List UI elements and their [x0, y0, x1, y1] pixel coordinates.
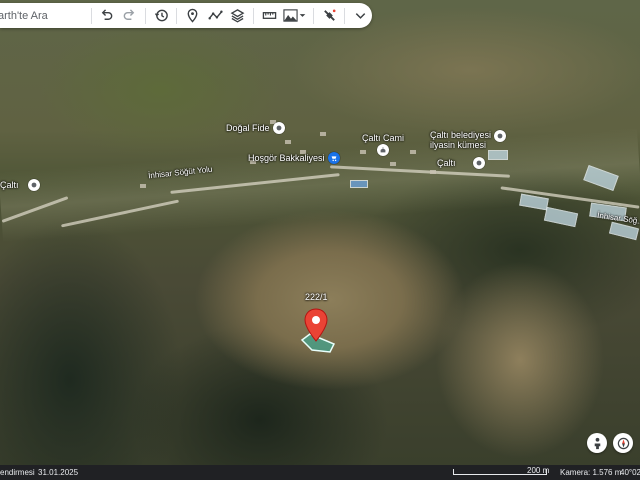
toolbar-divider	[253, 7, 255, 24]
history-button[interactable]	[150, 4, 173, 28]
place-label: Çaltı	[0, 180, 19, 190]
layers-button[interactable]	[227, 4, 250, 28]
place-label: Hoşgör Bakkaliyesi	[248, 153, 325, 163]
building	[320, 132, 326, 136]
caret-down-icon	[299, 14, 306, 17]
greenhouse	[350, 180, 368, 188]
compass-icon	[617, 437, 629, 449]
street-view-button[interactable]	[587, 433, 607, 453]
measure-button[interactable]	[258, 4, 281, 28]
place-pin-icon	[494, 129, 507, 142]
place-hosgor-bakkaliyesi[interactable]: Hoşgör Bakkaliyesi	[248, 152, 340, 164]
person-icon	[594, 437, 600, 449]
shopping-cart-icon	[327, 152, 340, 164]
more-button[interactable]	[349, 4, 372, 28]
place-calti-belediyesi[interactable]: Çaltı belediyesi ilyasin kümesi	[430, 129, 507, 150]
add-path-button[interactable]	[204, 4, 227, 28]
undo-button[interactable]	[96, 4, 119, 28]
place-label: Doğal Fide	[226, 123, 270, 133]
compass-button[interactable]	[613, 433, 633, 453]
chevron-down-icon	[355, 13, 366, 19]
greenhouse	[543, 206, 579, 228]
scale-label: 200 m	[527, 466, 550, 475]
toolbar-divider	[344, 7, 346, 24]
image-icon	[283, 9, 298, 22]
greenhouse	[488, 150, 508, 160]
place-pin-icon	[27, 179, 40, 191]
building	[410, 150, 416, 154]
satellite-map[interactable]: Doğal Fide Hoşgör Bakkaliyesi Çaltı Cami…	[0, 0, 640, 465]
history-icon	[154, 9, 168, 22]
redo-button[interactable]	[118, 4, 141, 28]
camera-altitude: Kamera: 1.576 m	[560, 468, 622, 477]
place-dogal-fide[interactable]: Doğal Fide	[226, 122, 285, 134]
imagery-date: 31.01.2025	[38, 468, 79, 477]
place-pin-icon	[272, 122, 285, 134]
search-placeholder: arth'te Ara	[0, 9, 48, 22]
toolbar: arth'te Ara	[0, 3, 372, 28]
building	[390, 162, 396, 166]
place-pin-icon	[472, 157, 485, 169]
undo-icon	[102, 9, 113, 20]
toolbar-divider	[90, 7, 92, 24]
add-placemark-button[interactable]	[181, 4, 204, 28]
place-label: Çaltı belediyesi	[430, 130, 492, 140]
pin-icon	[187, 8, 198, 23]
place-label: Çaltı	[437, 158, 456, 168]
ruler-icon	[262, 12, 277, 19]
place-label: ilyasin kümesi	[430, 140, 487, 150]
layers-icon	[230, 9, 245, 23]
satellite-button[interactable]	[318, 4, 341, 28]
parcel-label: 222/1	[305, 292, 328, 302]
status-left-text: endirmesi	[0, 468, 35, 477]
toolbar-divider	[176, 7, 178, 24]
place-calti-cami[interactable]: Çaltı Cami	[362, 133, 405, 156]
valley-band	[0, 127, 640, 243]
place-label: Çaltı Cami	[362, 133, 405, 143]
satellite-icon	[323, 9, 336, 21]
toolbar-divider	[144, 7, 146, 24]
image-overlay-button[interactable]	[281, 4, 309, 28]
location-pin-icon[interactable]	[303, 308, 329, 342]
place-calti-center[interactable]: Çaltı	[437, 157, 485, 169]
status-bar: endirmesi 31.01.2025 200 m Kamera: 1.576…	[0, 465, 640, 480]
coordinate-readout: 40°02	[620, 468, 640, 477]
search-input[interactable]: arth'te Ara	[0, 3, 87, 28]
place-calti-left[interactable]: Çaltı	[0, 179, 40, 191]
redo-icon	[123, 9, 135, 20]
building	[430, 170, 436, 174]
building	[140, 184, 146, 188]
building	[285, 140, 291, 144]
toolbar-divider	[312, 7, 314, 24]
mosque-icon	[377, 144, 389, 156]
path-icon	[208, 10, 223, 20]
place-label-group: Çaltı belediyesi ilyasin kümesi	[430, 130, 491, 150]
